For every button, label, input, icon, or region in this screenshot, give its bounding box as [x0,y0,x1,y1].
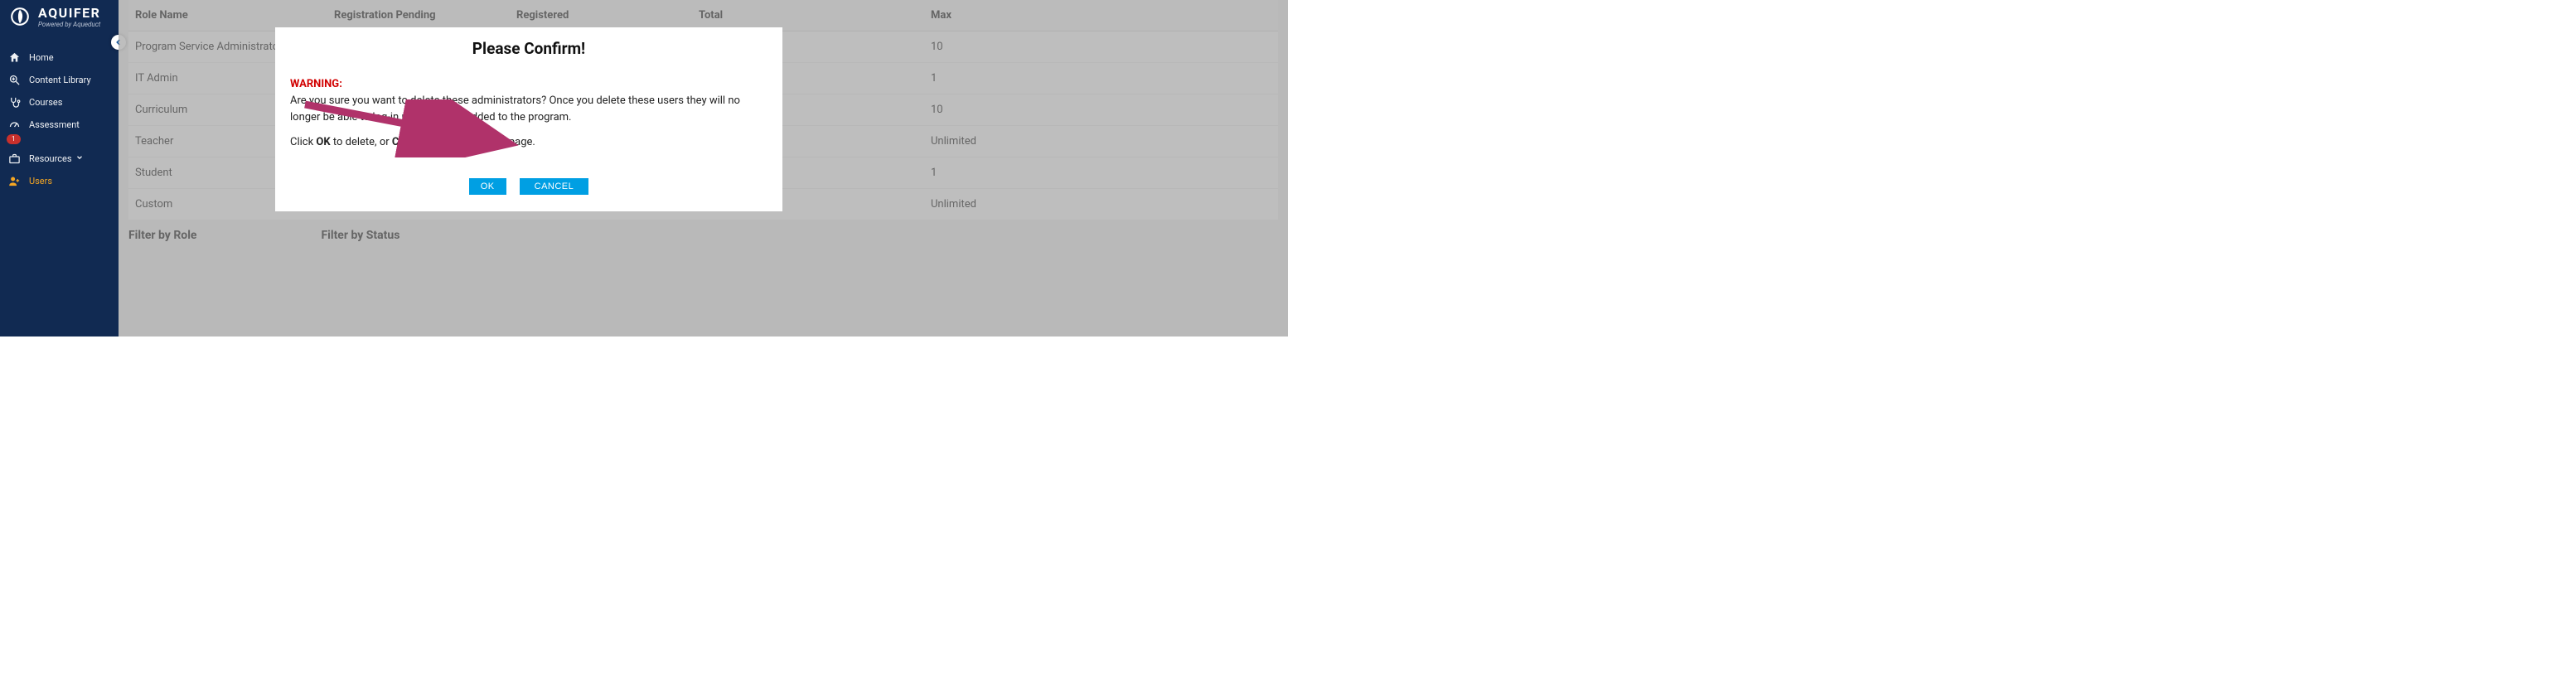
sidebar: AQUIFER Powered by Aqueduct Home Content… [0,0,119,336]
home-icon [8,51,21,64]
confirm-modal: Please Confirm! WARNING: Are you sure yo… [275,27,782,211]
warning-label: WARNING [290,78,339,90]
sidebar-item-content-library[interactable]: Content Library [0,69,119,91]
modal-body: WARNING: Are you sure you want to delete… [290,76,767,152]
sidebar-item-label: Users [29,176,52,186]
gauge-icon [8,119,21,131]
sidebar-item-home[interactable]: Home [0,46,119,69]
ok-button[interactable]: OK [469,178,506,195]
aquifer-logo-icon [8,5,31,28]
brand-block: AQUIFER Powered by Aqueduct [0,5,119,35]
sidebar-item-users[interactable]: Users [0,170,119,192]
sidebar-item-label: Courses [29,97,62,108]
sidebar-item-label: Home [29,52,54,63]
assessment-badge: 1 [7,134,21,144]
brand-tagline: Powered by Aqueduct [38,21,100,28]
modal-title: Please Confirm! [290,39,767,58]
briefcase-icon [8,153,21,165]
modal-button-row: OK CANCEL [290,177,767,195]
sidebar-item-label: Content Library [29,75,91,85]
sidebar-item-resources[interactable]: Resources [0,148,119,170]
stethoscope-icon [8,96,21,109]
sidebar-item-assessment[interactable]: Assessment 1 [0,114,119,136]
sidebar-item-label: Assessment [29,119,80,130]
user-plus-icon [8,175,21,187]
sidebar-item-label: Resources [29,153,72,164]
modal-message-1: Are you sure you want to delete these ad… [290,94,740,123]
brand-name: AQUIFER [38,5,100,21]
sidebar-nav: Home Content Library Courses Assessment … [0,46,119,192]
cancel-button[interactable]: CANCEL [520,178,589,195]
sidebar-item-courses[interactable]: Courses [0,91,119,114]
search-plus-icon [8,74,21,86]
chevron-down-icon [75,153,84,164]
